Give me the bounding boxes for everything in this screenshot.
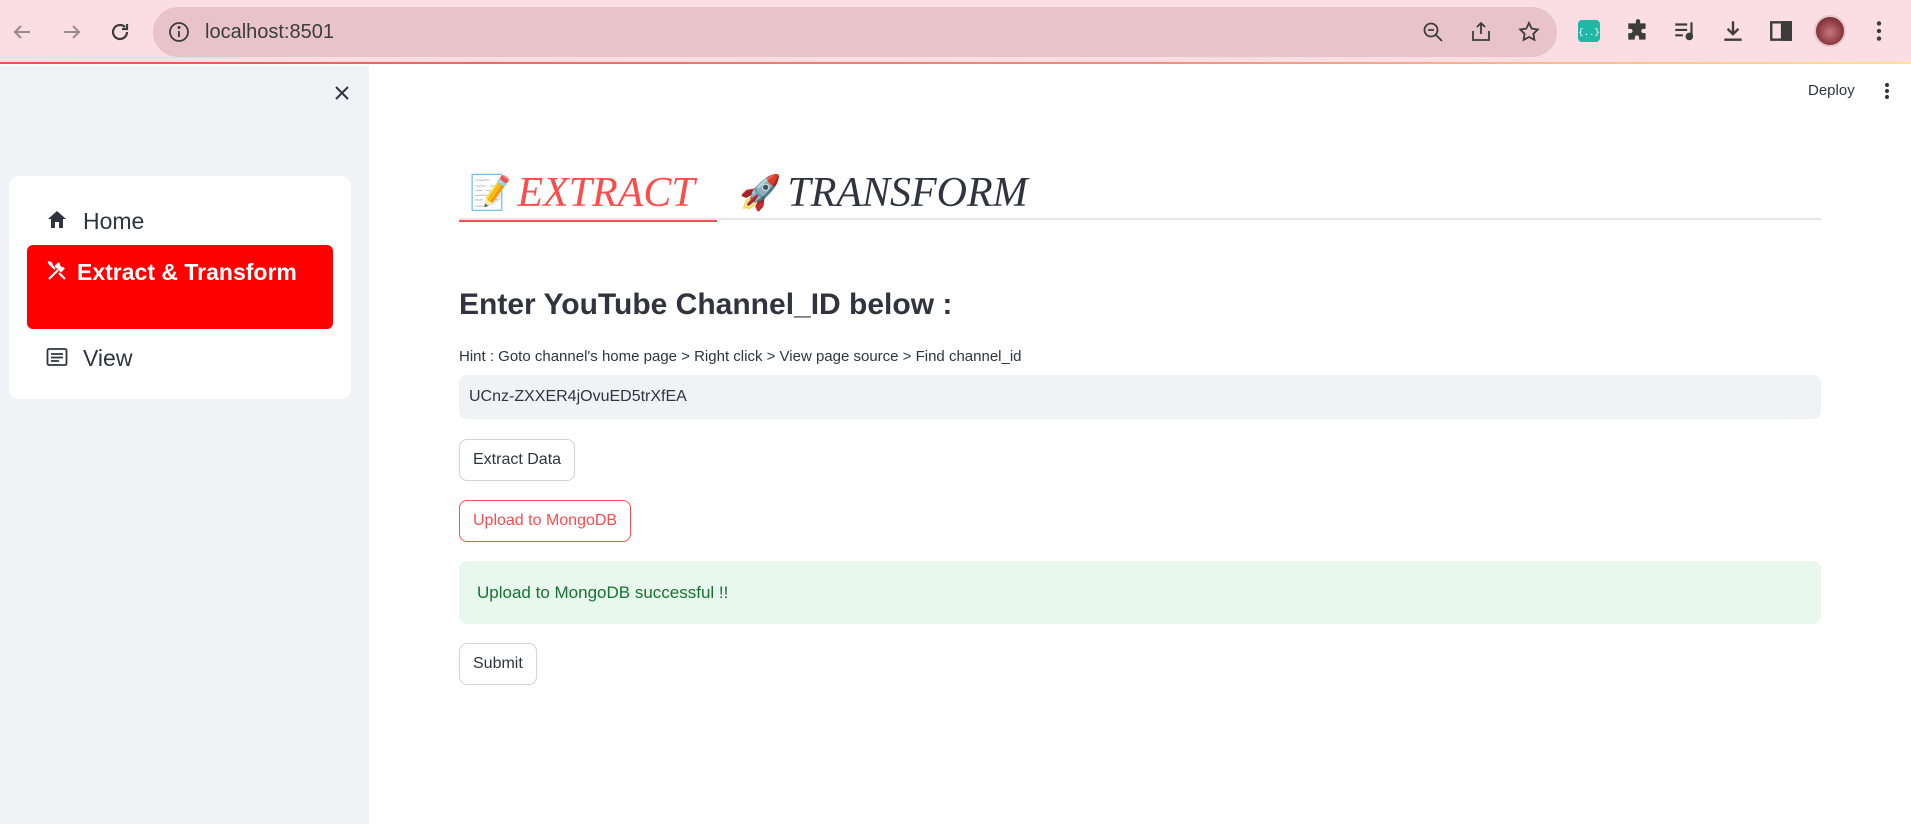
tab-transform[interactable]: 🚀 TRANSFORM bbox=[729, 166, 1028, 220]
sidebar: Home Extract & Transform View bbox=[0, 66, 369, 824]
extract-data-button[interactable]: Extract Data bbox=[459, 439, 576, 481]
hint-text: Hint : Goto channel's home page > Right … bbox=[459, 348, 1022, 365]
submit-button[interactable]: Submit bbox=[459, 643, 537, 685]
share-icon[interactable] bbox=[1469, 20, 1493, 44]
star-icon[interactable] bbox=[1517, 20, 1541, 44]
reload-icon bbox=[111, 23, 129, 41]
back-button[interactable] bbox=[2, 12, 42, 52]
chrome-menu-icon[interactable] bbox=[1866, 18, 1892, 44]
tab-label: EXTRACT bbox=[517, 170, 695, 216]
deploy-button[interactable]: Deploy bbox=[1808, 82, 1855, 99]
tab-extract[interactable]: 📝 EXTRACT bbox=[459, 166, 717, 222]
zoom-out-icon[interactable] bbox=[1421, 20, 1445, 44]
sidebar-item-label: View bbox=[83, 345, 133, 371]
info-icon[interactable] bbox=[167, 20, 191, 44]
svg-text:{..}: {..} bbox=[1578, 28, 1600, 38]
sidebar-item-label: Home bbox=[83, 208, 145, 234]
json-extension-icon[interactable]: {..} bbox=[1576, 18, 1602, 44]
memo-emoji: 📝 bbox=[469, 173, 512, 213]
page-accent-bar bbox=[0, 62, 1911, 64]
success-alert: Upload to MongoDB successful !! bbox=[459, 561, 1821, 624]
tab-label: TRANSFORM bbox=[787, 170, 1028, 216]
close-icon bbox=[335, 86, 349, 100]
main-menu-button[interactable] bbox=[1879, 80, 1895, 102]
address-bar[interactable]: localhost:8501 bbox=[153, 7, 1557, 57]
house-icon bbox=[48, 211, 66, 228]
close-sidebar-button[interactable] bbox=[329, 80, 355, 106]
reload-button[interactable] bbox=[100, 12, 140, 52]
upload-mongodb-button[interactable]: Upload to MongoDB bbox=[459, 500, 632, 542]
side-panel-icon[interactable] bbox=[1768, 18, 1794, 44]
media-queue-icon[interactable] bbox=[1672, 18, 1698, 44]
arrow-right-icon bbox=[64, 25, 81, 39]
arrow-left-icon bbox=[13, 25, 30, 39]
sidebar-item-extract-transform[interactable]: Extract & Transform bbox=[27, 245, 333, 329]
browser-toolbar: localhost:8501 {..} bbox=[0, 0, 1911, 64]
nav-menu: Home Extract & Transform View bbox=[9, 176, 351, 399]
profile-avatar[interactable] bbox=[1814, 15, 1846, 47]
channel-id-input[interactable] bbox=[459, 375, 1821, 419]
forward-button[interactable] bbox=[52, 12, 92, 52]
list-icon bbox=[46, 348, 68, 366]
sidebar-item-view[interactable]: View bbox=[27, 339, 333, 379]
tools-icon bbox=[47, 260, 66, 280]
puzzle-icon[interactable] bbox=[1625, 18, 1651, 44]
url-text[interactable]: localhost:8501 bbox=[205, 21, 334, 44]
sidebar-item-label: Extract & Transform bbox=[77, 259, 297, 285]
main-content: Deploy 📝 EXTRACT 🚀 TRANSFORM Enter YouTu… bbox=[369, 66, 1911, 824]
page-heading: Enter YouTube Channel_ID below : bbox=[459, 288, 953, 321]
tab-bar: 📝 EXTRACT 🚀 TRANSFORM bbox=[459, 166, 1821, 222]
download-icon[interactable] bbox=[1720, 18, 1746, 44]
rocket-emoji: 🚀 bbox=[739, 173, 782, 213]
sidebar-item-home[interactable]: Home bbox=[27, 202, 333, 238]
